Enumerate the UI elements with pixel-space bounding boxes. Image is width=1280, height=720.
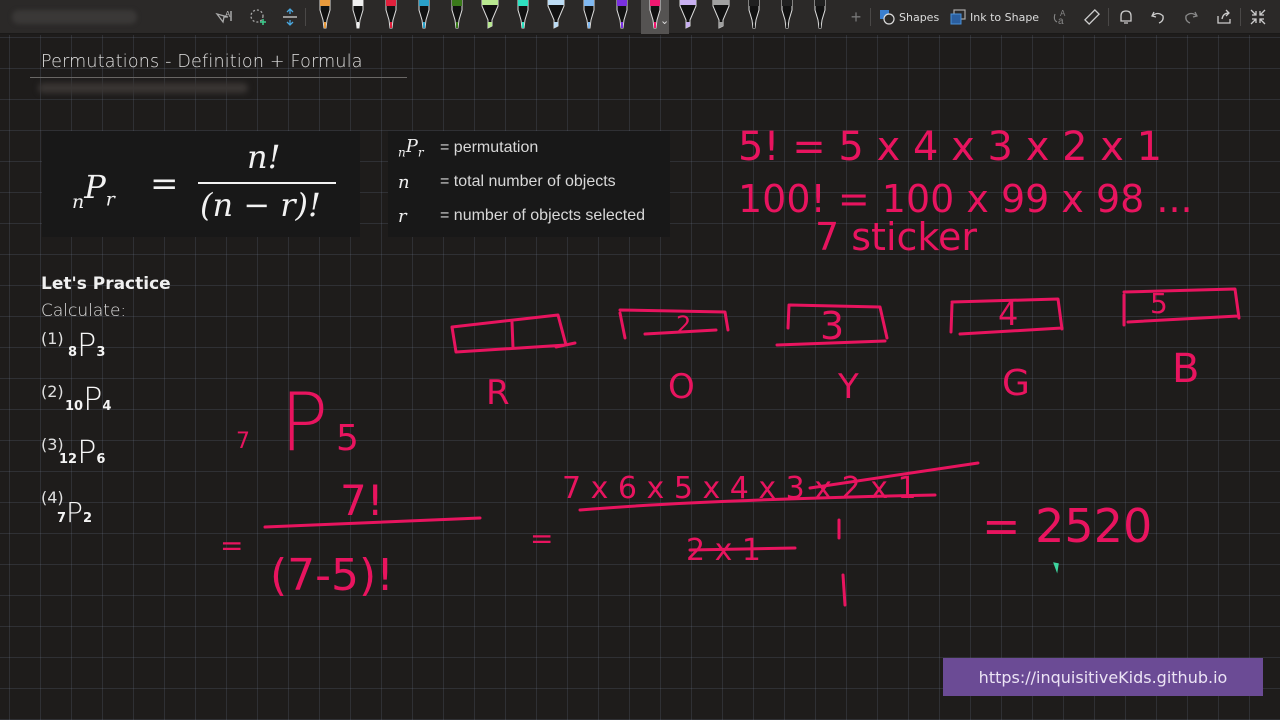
blurred-notebook-name [12, 10, 137, 24]
highlighter-tool[interactable] [479, 0, 501, 32]
pen-icon [616, 0, 628, 29]
ink-toolbar: A ⌄ + Shapes Ink to Shape Aa [0, 0, 1280, 34]
blurred-date-line [38, 83, 248, 93]
pen-tool[interactable] [809, 0, 831, 32]
legend-symbol: n [398, 171, 410, 193]
practice-item-expression: 7P2 [57, 496, 92, 529]
practice-item-label: (2) [41, 382, 64, 401]
lasso-add-icon[interactable] [246, 5, 270, 29]
website-link[interactable]: https://inquisitiveKids.github.io [943, 658, 1263, 696]
pen-tool[interactable] [743, 0, 765, 32]
highlighter-icon [679, 0, 697, 29]
title-underline [30, 77, 407, 78]
insert-space-icon[interactable] [278, 5, 302, 29]
pen-tool[interactable] [380, 0, 402, 32]
legend-row-n: n = total number of objects [398, 171, 616, 193]
highlighter-tool[interactable] [545, 0, 567, 32]
highlighter-tool[interactable] [677, 0, 699, 32]
ruler-icon[interactable] [1080, 5, 1104, 29]
legend-row-permutation: nPr = permutation [398, 136, 539, 160]
collapse-icon[interactable] [1246, 5, 1270, 29]
highlighter-icon [547, 0, 565, 29]
pen-icon [385, 0, 397, 29]
pen-icon [451, 0, 463, 29]
shapes-label: Shapes [899, 10, 940, 24]
pen-tool[interactable] [446, 0, 468, 32]
ink-to-shape-button[interactable]: Ink to Shape [950, 8, 1039, 26]
formula-equals: = [150, 164, 179, 204]
chevron-down-icon[interactable]: ⌄ [660, 14, 669, 27]
redo-icon[interactable] [1179, 5, 1203, 29]
legend-text: = total number of objects [440, 173, 616, 190]
practice-item-expression: 8P3 [68, 326, 106, 364]
toolbar-divider [1108, 8, 1109, 26]
practice-item-expression: 12P6 [59, 433, 106, 471]
pen-icon [517, 0, 529, 29]
share-icon[interactable] [1212, 5, 1236, 29]
formula-numerator: n! [247, 138, 281, 176]
legend-text: = permutation [440, 139, 539, 156]
bell-icon[interactable] [1114, 5, 1138, 29]
pen-tool[interactable] [578, 0, 600, 32]
legend-symbol: nPr [398, 136, 424, 160]
practice-item-expression: 10P4 [65, 380, 112, 418]
shapes-button[interactable]: Shapes [879, 8, 939, 26]
pen-icon [781, 0, 793, 29]
legend-symbol: r [398, 205, 407, 227]
formula-lhs-r: r [105, 188, 115, 211]
pen-tool[interactable] [512, 0, 534, 32]
toolbar-divider [870, 8, 871, 26]
pen-icon [748, 0, 760, 29]
pen-tool[interactable] [776, 0, 798, 32]
pen-tool[interactable] [314, 0, 336, 32]
toolbar-divider [1240, 8, 1241, 26]
practice-heading: Let's Practice [41, 274, 171, 294]
highlighter-icon [481, 0, 499, 29]
add-pen-button[interactable]: + [844, 5, 868, 29]
add-pen-icon: + [850, 6, 862, 27]
undo-icon[interactable] [1146, 5, 1170, 29]
pen-tool[interactable] [611, 0, 633, 32]
highlighter-icon [712, 0, 730, 29]
formula-fraction-bar [198, 182, 336, 184]
page-title: Permutations - Definition + Formula [41, 52, 363, 72]
pen-icon [352, 0, 364, 29]
svg-text:A: A [225, 10, 231, 19]
practice-subheading: Calculate: [41, 301, 127, 321]
ink-to-text-icon[interactable]: Aa [1049, 5, 1073, 29]
shapes-icon [880, 10, 895, 25]
formula-lhs-p: P [84, 168, 106, 206]
pen-tool[interactable] [347, 0, 369, 32]
ink-to-shape-icon [950, 9, 966, 25]
pen-icon [319, 0, 331, 29]
pen-icon [814, 0, 826, 29]
practice-item-label: (1) [41, 329, 64, 348]
pen-tool[interactable] [413, 0, 435, 32]
ink-to-shape-label: Ink to Shape [970, 10, 1040, 24]
legend-row-r: r = number of objects selected [398, 205, 645, 227]
lasso-text-icon[interactable]: A [213, 5, 237, 29]
formula-lhs: nPr [72, 168, 115, 213]
formula-denominator: (n − r)! [200, 186, 321, 224]
pen-icon [583, 0, 595, 29]
formula-lhs-n: n [72, 191, 85, 213]
svg-text:a: a [1058, 16, 1064, 26]
highlighter-tool[interactable] [710, 0, 732, 32]
legend-text: = number of objects selected [440, 207, 646, 224]
pen-tool[interactable]: ⌄ [641, 0, 669, 34]
pen-icon [418, 0, 430, 29]
toolbar-divider [305, 8, 306, 26]
